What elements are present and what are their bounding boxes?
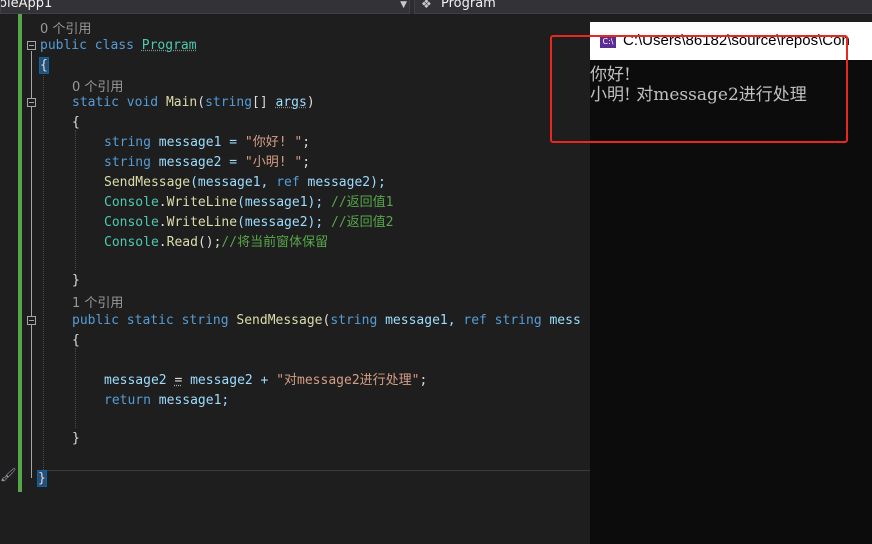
variable: message1;: [150, 393, 230, 408]
variable: message2 =: [150, 155, 245, 170]
comment: //将当前窗体保留: [221, 235, 329, 250]
project-dropdown[interactable]: oleApp1 ▼: [0, 0, 410, 14]
method-name: SendMessage: [236, 313, 323, 328]
change-tracking-bar: [18, 14, 22, 492]
keyword: ref: [463, 313, 487, 328]
comment: //返回值2: [331, 215, 394, 230]
indent-guide: [43, 60, 44, 472]
code-line-5[interactable]: Console.WriteLine(message2); //返回值2: [104, 213, 393, 233]
code-line-class-close[interactable]: }: [37, 469, 47, 489]
arguments: message2);: [299, 175, 386, 190]
code-line-6[interactable]: Console.Read();//将当前窗体保留: [104, 233, 328, 253]
editor-navigation-bar: oleApp1 ▼ ❖ Program: [0, 0, 872, 14]
keyword: string: [486, 313, 542, 328]
glyph-margin: [0, 14, 18, 544]
brace-highlight: {: [39, 57, 49, 74]
variable: message2 +: [182, 373, 277, 388]
collapse-class-icon[interactable]: [27, 41, 36, 50]
codelens-sendmessage-references[interactable]: 1 个引用: [72, 292, 123, 311]
parameter: mess: [541, 313, 581, 328]
punct: ;: [302, 135, 311, 150]
collapse-main-icon[interactable]: [27, 98, 36, 107]
comment: //返回值1: [331, 195, 394, 210]
code-line-s2[interactable]: return message1;: [104, 391, 229, 411]
code-line-main-open[interactable]: {: [72, 113, 80, 133]
parameter: message1,: [377, 313, 464, 328]
code-line-open-brace[interactable]: {: [39, 56, 49, 76]
code-line-sendmessage-decl[interactable]: public static string SendMessage(string …: [72, 311, 581, 331]
code-line-3[interactable]: SendMessage(message1, ref message2);: [104, 173, 386, 193]
keyword: ref: [276, 175, 300, 190]
string-literal: "小明! ": [244, 155, 303, 170]
outline-line-sendmessage: [31, 326, 32, 444]
brush-icon[interactable]: 🖌: [0, 468, 17, 488]
class-name: Program: [141, 38, 197, 53]
keyword: string: [181, 313, 229, 328]
punct: ();: [197, 235, 222, 250]
chevron-down-icon: ▼: [400, 0, 407, 10]
keyword: string: [104, 155, 151, 170]
class-name: Console: [104, 195, 159, 210]
punct: ;: [419, 373, 428, 388]
string-literal: "对message2进行处理": [276, 373, 420, 388]
collapse-sendmessage-icon[interactable]: [27, 316, 36, 325]
code-line-sendmessage-close[interactable]: }: [72, 429, 80, 449]
code-line-sendmessage-open[interactable]: {: [72, 331, 80, 351]
keyword: string: [330, 313, 378, 328]
arguments: (message1);: [237, 195, 331, 210]
member-dropdown[interactable]: ❖ Program: [414, 0, 872, 14]
punct: .: [158, 195, 167, 210]
punct: []: [252, 95, 276, 110]
class-icon: ❖: [421, 0, 432, 11]
method-name: SendMessage: [104, 175, 191, 190]
project-dropdown-label: oleApp1: [0, 0, 53, 11]
class-name: Console: [104, 215, 159, 230]
red-highlight-box: [550, 35, 848, 143]
codelens-class-references[interactable]: 0 个引用: [40, 18, 91, 37]
punct: .: [158, 235, 167, 250]
code-line-1[interactable]: string message1 = "你好! ";: [104, 133, 310, 153]
method-name: Main: [165, 95, 198, 110]
method-name: WriteLine: [166, 195, 238, 210]
method-name: WriteLine: [166, 215, 238, 230]
variable: message2: [104, 373, 175, 388]
outline-line-main: [31, 108, 32, 286]
keyword: string: [205, 95, 253, 110]
code-line-main-close[interactable]: }: [72, 271, 80, 291]
member-dropdown-label: Program: [441, 0, 496, 11]
code-line-main-decl[interactable]: static void Main(string[] args): [72, 93, 315, 113]
arguments: (message1,: [190, 175, 277, 190]
brace-highlight: }: [37, 470, 47, 487]
current-line-border: [40, 470, 590, 471]
code-line-4[interactable]: Console.WriteLine(message1); //返回值1: [104, 193, 393, 213]
parameter: args: [275, 95, 307, 110]
indent-guide: [75, 348, 76, 428]
class-name: Console: [104, 235, 159, 250]
keyword: static: [72, 95, 119, 110]
keyword: class: [94, 38, 134, 53]
code-line-2[interactable]: string message2 = "小明! ";: [104, 153, 310, 173]
punct: ): [306, 95, 315, 110]
keyword: return: [104, 393, 151, 408]
variable: message1 =: [150, 135, 245, 150]
punct: (: [197, 95, 206, 110]
keyword: static: [126, 313, 174, 328]
keyword: public: [40, 38, 87, 53]
punct: ;: [302, 155, 311, 170]
indent-guide: [75, 130, 76, 270]
keyword: void: [126, 95, 159, 110]
keyword: string: [104, 135, 151, 150]
code-line-class-decl[interactable]: public class Program: [40, 36, 197, 56]
punct: .: [158, 215, 167, 230]
keyword: public: [72, 313, 119, 328]
arguments: (message2);: [237, 215, 331, 230]
code-line-s1[interactable]: message2 = message2 + "对message2进行处理";: [104, 371, 427, 391]
method-name: Read: [166, 235, 198, 250]
string-literal: "你好! ": [244, 135, 303, 150]
